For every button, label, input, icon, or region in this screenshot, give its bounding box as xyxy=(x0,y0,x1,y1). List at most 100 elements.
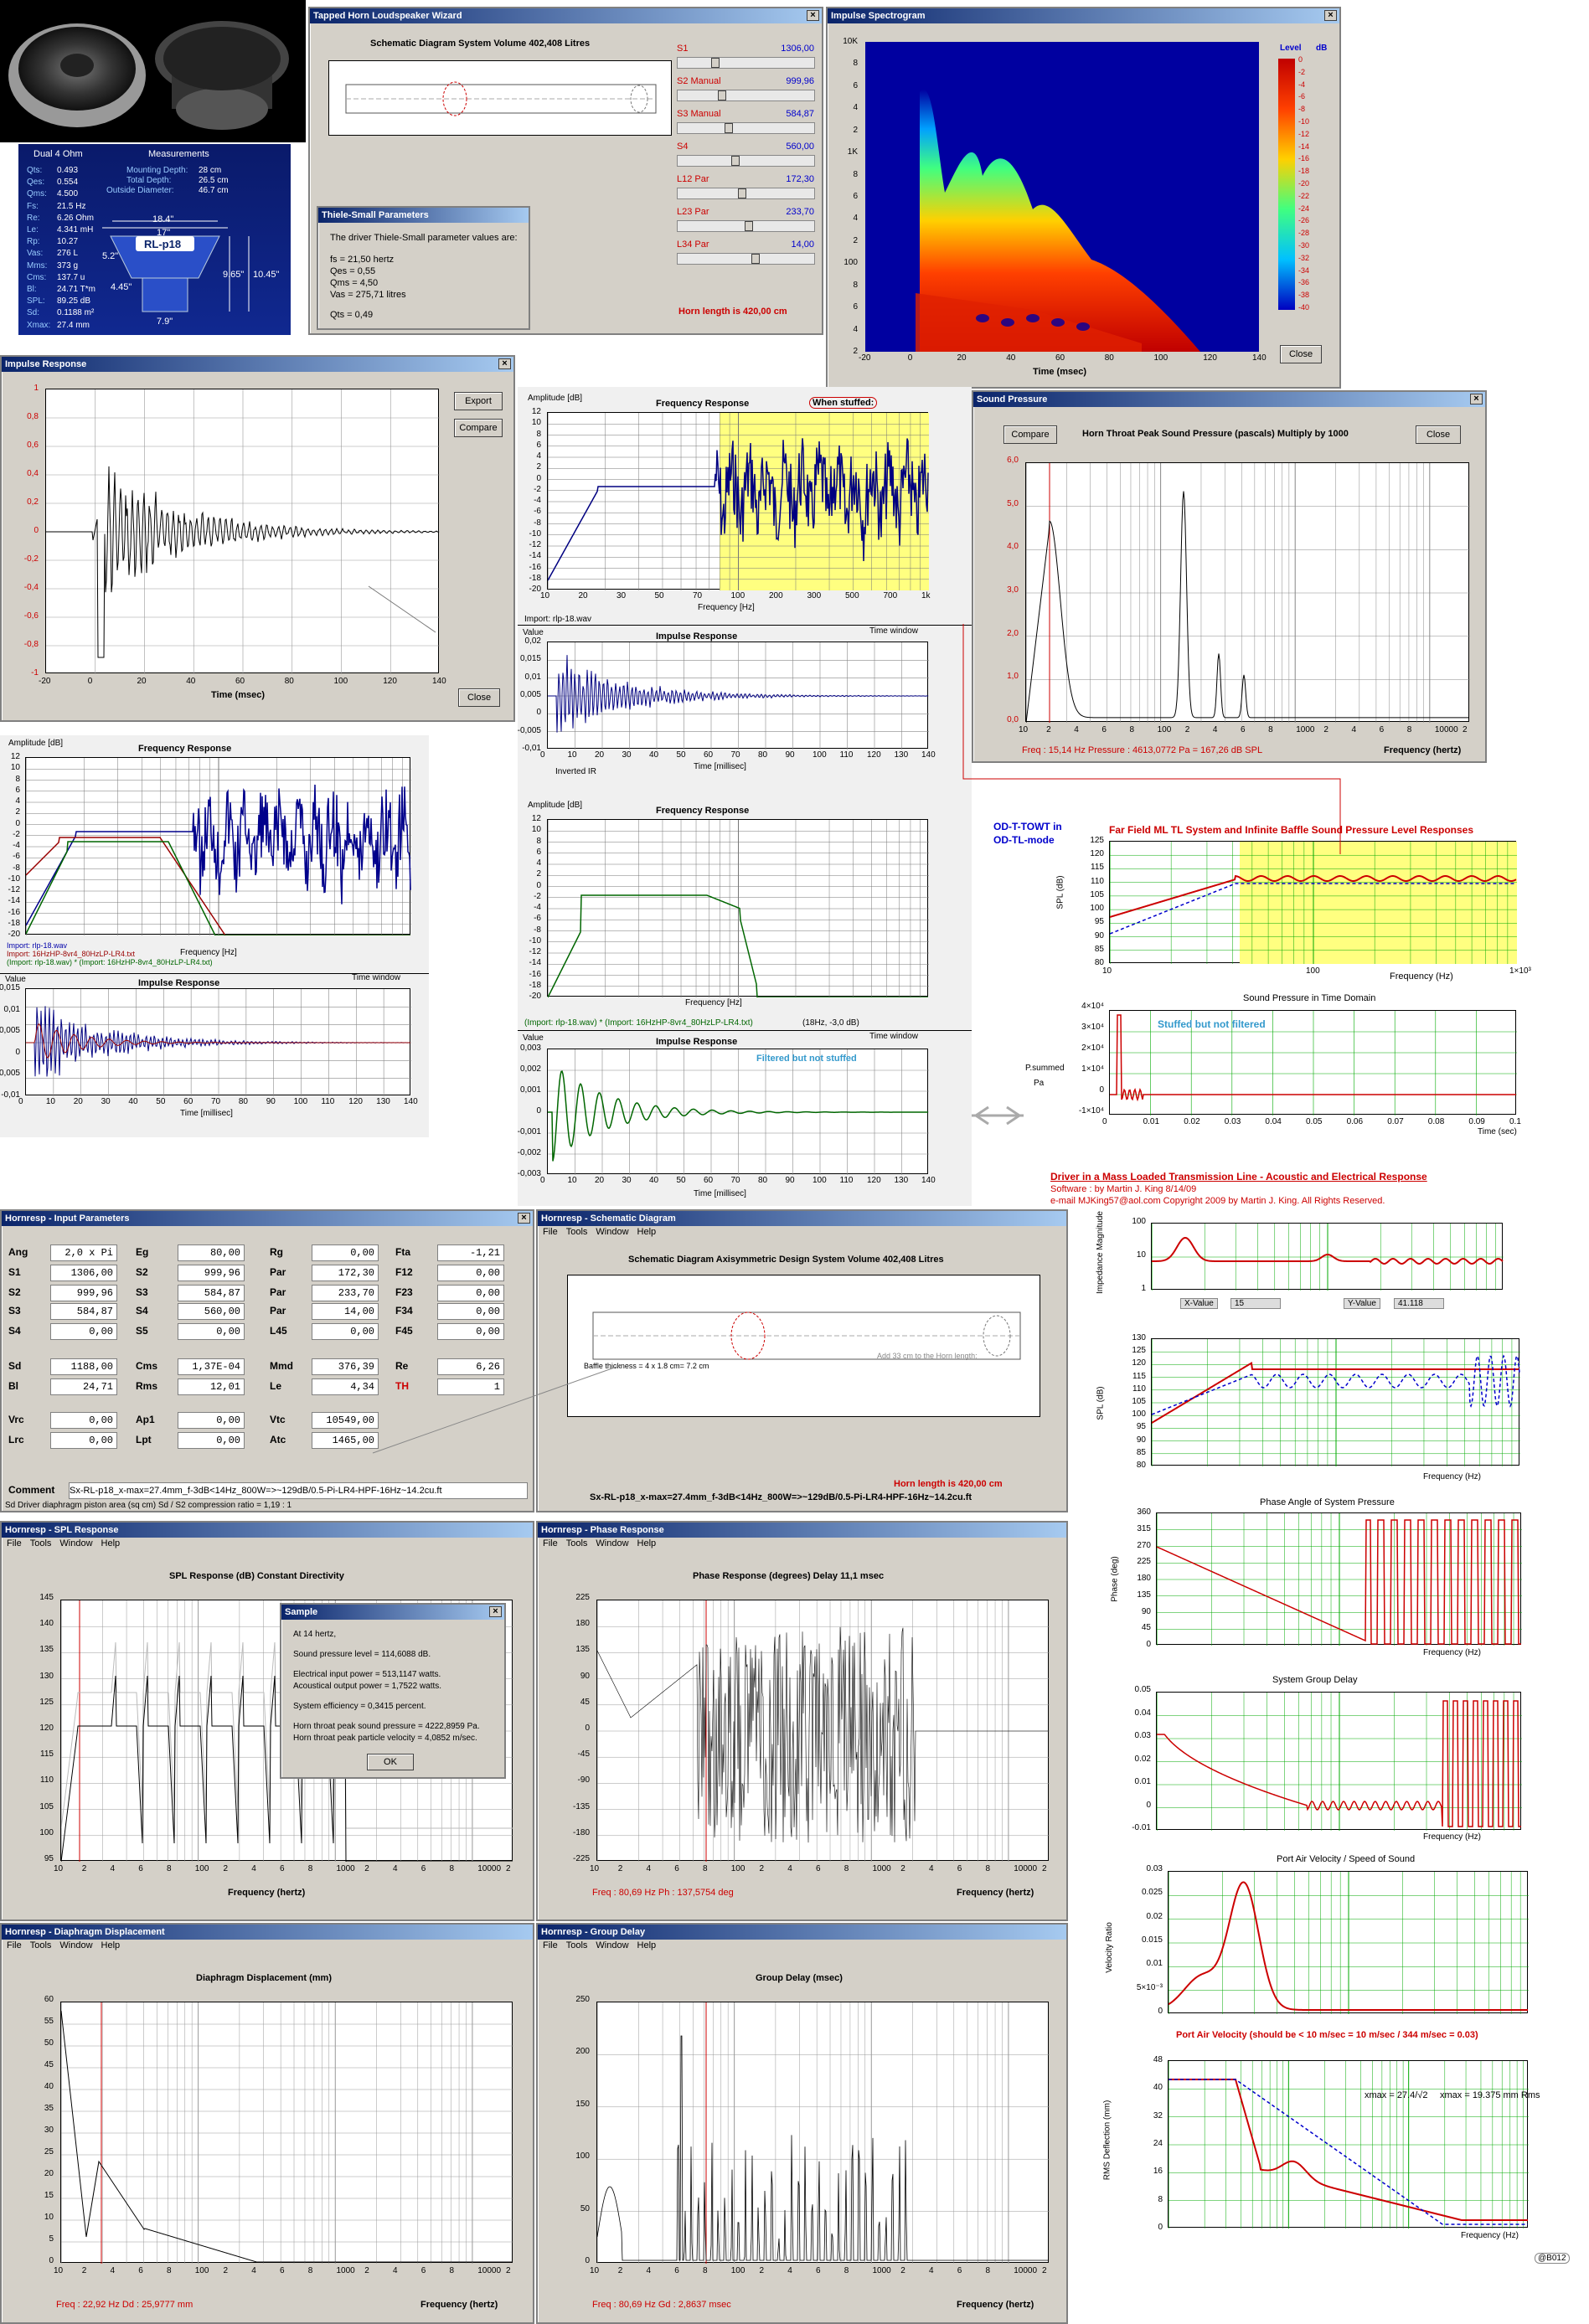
menu-tools[interactable]: Tools xyxy=(566,1227,588,1237)
menu-file[interactable]: File xyxy=(543,1940,558,1950)
menu-help[interactable]: Help xyxy=(637,1940,657,1950)
param-field[interactable]: 1 xyxy=(437,1378,504,1395)
compare-button[interactable]: Compare xyxy=(454,419,503,437)
param-field[interactable]: 0,00 xyxy=(50,1432,117,1449)
menu-file[interactable]: File xyxy=(7,1940,22,1950)
menu-help[interactable]: Help xyxy=(101,1538,121,1548)
param-field[interactable]: 12,01 xyxy=(178,1378,245,1395)
param-field[interactable]: 0,00 xyxy=(312,1323,379,1340)
slider-thumb[interactable] xyxy=(718,90,726,100)
baffle-note: Baffle thickness = 4 x 1.8 cm= 7.2 cm xyxy=(584,1362,709,1370)
slider-thumb[interactable] xyxy=(738,188,746,198)
param-field[interactable]: 0,00 xyxy=(50,1323,117,1340)
param-field[interactable]: 172,30 xyxy=(312,1265,379,1281)
close-icon[interactable]: × xyxy=(1470,394,1483,405)
menu-help[interactable]: Help xyxy=(101,1940,121,1950)
x-tick-label: 2 xyxy=(1042,1864,1047,1873)
close-button[interactable]: Close xyxy=(1280,345,1322,363)
y-tick-label: -2 xyxy=(534,891,541,901)
slider-thumb[interactable] xyxy=(751,254,760,264)
slider-thumb[interactable] xyxy=(745,221,753,231)
close-icon[interactable]: × xyxy=(489,1606,502,1617)
param-field[interactable]: 80,00 xyxy=(178,1244,245,1261)
gd-status: Freq : 80,69 Hz Gd : 2,8637 msec xyxy=(592,2300,731,2310)
rms-trace-ref xyxy=(1169,2079,1528,2225)
param-field[interactable]: 0,00 xyxy=(437,1323,504,1340)
menu-window[interactable]: Window xyxy=(59,1940,92,1950)
menu-window[interactable]: Window xyxy=(596,1940,628,1950)
slider-track[interactable] xyxy=(677,220,815,232)
slider-track[interactable] xyxy=(677,188,815,199)
param-field[interactable]: 1188,00 xyxy=(50,1358,117,1375)
y-tick-label: 115 xyxy=(40,1749,54,1760)
slider-track[interactable] xyxy=(677,155,815,167)
slider-track[interactable] xyxy=(677,90,815,101)
y-tick-label: 0 xyxy=(34,526,39,535)
yvalue-field[interactable]: 41.118 xyxy=(1394,1298,1444,1309)
close-button[interactable]: Close xyxy=(458,688,500,707)
slider-thumb[interactable] xyxy=(725,123,733,133)
comment-field[interactable]: Sx-RL-p18_x-max=27.4mm_f-3dB<14Hz_800W=>… xyxy=(69,1482,528,1499)
slider-thumb[interactable] xyxy=(711,58,720,68)
y-tick-label: 5,0 xyxy=(1007,498,1019,508)
param-field[interactable]: 584,87 xyxy=(50,1303,117,1320)
param-field[interactable]: 0,00 xyxy=(437,1303,504,1320)
param-field[interactable]: 0,00 xyxy=(50,1412,117,1429)
close-button[interactable]: Close xyxy=(1416,425,1461,444)
param-field[interactable]: 0,00 xyxy=(178,1432,245,1449)
menu-tools[interactable]: Tools xyxy=(30,1538,52,1548)
y-tick-label: 50 xyxy=(44,2038,54,2048)
param-field[interactable]: 584,87 xyxy=(178,1285,245,1301)
param-field[interactable]: 0,00 xyxy=(312,1244,379,1261)
param-field[interactable]: 0,00 xyxy=(437,1265,504,1281)
param-field[interactable]: 0,00 xyxy=(178,1412,245,1429)
menu-tools[interactable]: Tools xyxy=(30,1940,52,1950)
export-button[interactable]: Export xyxy=(454,392,503,410)
sample-line-7: Horn throat peak particle velocity = 4,0… xyxy=(293,1734,477,1743)
param-field[interactable]: 6,26 xyxy=(437,1358,504,1375)
menu-file[interactable]: File xyxy=(543,1227,558,1237)
close-icon[interactable]: × xyxy=(1324,10,1337,21)
menu-file[interactable]: File xyxy=(7,1538,22,1548)
menu-window[interactable]: Window xyxy=(59,1538,92,1548)
slider-thumb[interactable] xyxy=(731,156,740,166)
compare-button[interactable]: Compare xyxy=(1003,425,1057,444)
menu-tools[interactable]: Tools xyxy=(566,1538,588,1548)
param-field[interactable]: 2,0 x Pi xyxy=(50,1244,117,1261)
param-field[interactable]: 0,00 xyxy=(178,1323,245,1340)
param-field[interactable]: 10549,00 xyxy=(312,1412,379,1429)
menu-tools[interactable]: Tools xyxy=(566,1940,588,1950)
menu-help[interactable]: Help xyxy=(637,1538,657,1548)
param-field[interactable]: 0,00 xyxy=(437,1285,504,1301)
param-field[interactable]: 1,37E-04 xyxy=(178,1358,245,1375)
close-icon[interactable]: × xyxy=(807,10,819,21)
param-field[interactable]: 24,71 xyxy=(50,1378,117,1395)
param-field[interactable]: 999,96 xyxy=(50,1285,117,1301)
slider-track[interactable] xyxy=(677,253,815,265)
slider-track[interactable] xyxy=(677,122,815,134)
close-icon[interactable]: × xyxy=(498,358,511,369)
ok-button[interactable]: OK xyxy=(367,1754,414,1770)
y-tick-label: 80 xyxy=(1136,1461,1146,1470)
x-tick-label: 100 xyxy=(730,591,745,600)
menu-window[interactable]: Window xyxy=(596,1227,628,1237)
menu-help[interactable]: Help xyxy=(637,1227,657,1237)
param-field[interactable]: 376,39 xyxy=(312,1358,379,1375)
param-field[interactable]: -1,21 xyxy=(437,1244,504,1261)
param-field[interactable]: 4,34 xyxy=(312,1378,379,1395)
colorbar-tick: 0 xyxy=(1298,55,1303,64)
menu-window[interactable]: Window xyxy=(596,1538,628,1548)
param-field[interactable]: 1465,00 xyxy=(312,1432,379,1449)
param-field[interactable]: 14,00 xyxy=(312,1303,379,1320)
slider-track[interactable] xyxy=(677,57,815,69)
close-icon[interactable]: × xyxy=(518,1213,530,1224)
param-field[interactable]: 999,96 xyxy=(178,1265,245,1281)
param-field[interactable]: 233,70 xyxy=(312,1285,379,1301)
x-tick-label: 4 xyxy=(251,1864,256,1873)
param-field[interactable]: 1306,00 xyxy=(50,1265,117,1281)
y-tick-label: 10K xyxy=(843,37,858,46)
x-tick-label: 4 xyxy=(929,1864,934,1873)
param-field[interactable]: 560,00 xyxy=(178,1303,245,1320)
xvalue-field[interactable]: 15 xyxy=(1230,1298,1281,1309)
menu-file[interactable]: File xyxy=(543,1538,558,1548)
